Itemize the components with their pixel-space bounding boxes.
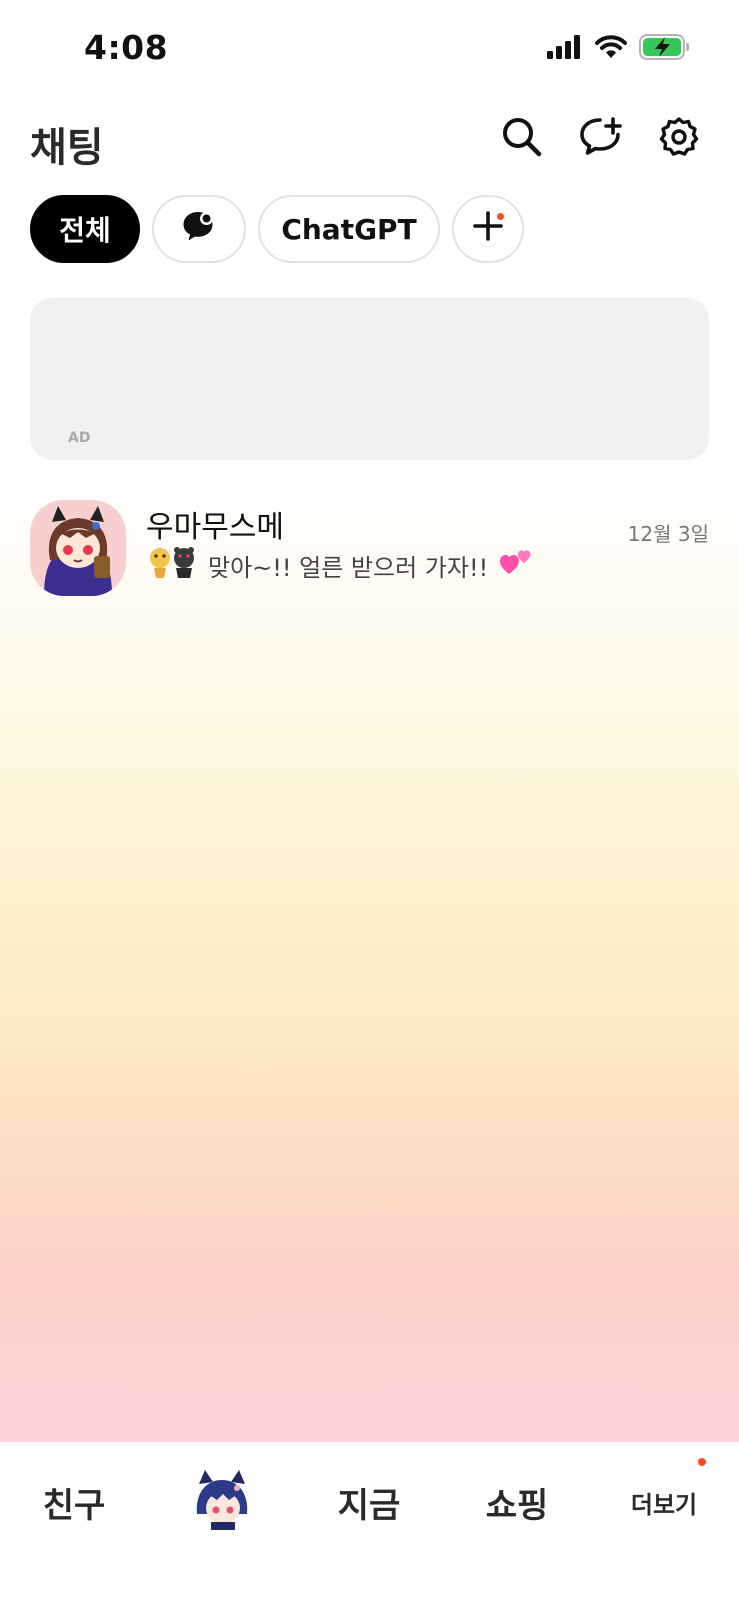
tab-shopping-label: 쇼핑 (485, 1485, 549, 1526)
tab-friends-label: 친구 (42, 1485, 106, 1526)
filter-chips: 전체 ChatGPT (30, 195, 524, 263)
tab-friends[interactable]: 친구 (14, 1472, 134, 1532)
battery-charging-icon (639, 34, 691, 64)
tab-more[interactable]: 더보기 (604, 1472, 724, 1532)
signal-icon (547, 35, 583, 63)
wifi-icon (595, 35, 627, 63)
ad-label: AD (68, 430, 91, 446)
hearts-emoji (500, 546, 534, 584)
chat-list-item[interactable]: 우마무스메 12월 3일 맞아~!! 얼른 받으러 가자!! (0, 490, 739, 600)
page-title: 채팅 (30, 125, 104, 171)
chat-preview-text: 맞아~!! 얼른 받으러 가자!! (208, 553, 489, 582)
new-chat-button[interactable] (577, 115, 625, 163)
tab-now[interactable]: 지금 (309, 1472, 429, 1532)
bottom-tab-bar: 친구 지금 쇼핑 더보기 (0, 1442, 739, 1600)
tab-more-label: 더보기 (630, 1490, 698, 1519)
chat-name: 우마무스메 (146, 510, 284, 545)
tab-character[interactable] (162, 1470, 282, 1534)
chat-bubble-icon (182, 210, 216, 249)
chat-date: 12월 3일 (627, 522, 709, 546)
add-filter-chip[interactable] (452, 195, 524, 263)
new-chat-icon (579, 116, 623, 162)
more-badge-dot (698, 1458, 706, 1466)
status-icons (547, 34, 691, 64)
filter-all-label: 전체 (59, 214, 111, 247)
settings-icon (658, 116, 700, 162)
character-avatar-icon (191, 1470, 253, 1534)
status-time: 4:08 (84, 28, 169, 67)
tab-shopping[interactable]: 쇼핑 (457, 1472, 577, 1532)
search-button[interactable] (498, 115, 546, 163)
chat-preview: 맞아~!! 얼른 받으러 가자!! (146, 544, 534, 586)
settings-button[interactable] (655, 115, 703, 163)
filter-open-chat-chip[interactable] (152, 195, 246, 263)
header: 채팅 (0, 105, 739, 175)
filter-all-chip[interactable]: 전체 (30, 195, 140, 263)
search-icon (501, 116, 543, 162)
tab-now-label: 지금 (337, 1485, 401, 1526)
ad-banner[interactable]: AD (30, 298, 709, 460)
filter-chatgpt-chip[interactable]: ChatGPT (258, 195, 440, 263)
status-bar: 4:08 (0, 0, 739, 100)
sticker-icon (146, 544, 202, 586)
filter-chatgpt-label: ChatGPT (281, 212, 417, 246)
chat-avatar (30, 500, 126, 596)
new-badge-dot (497, 213, 504, 220)
